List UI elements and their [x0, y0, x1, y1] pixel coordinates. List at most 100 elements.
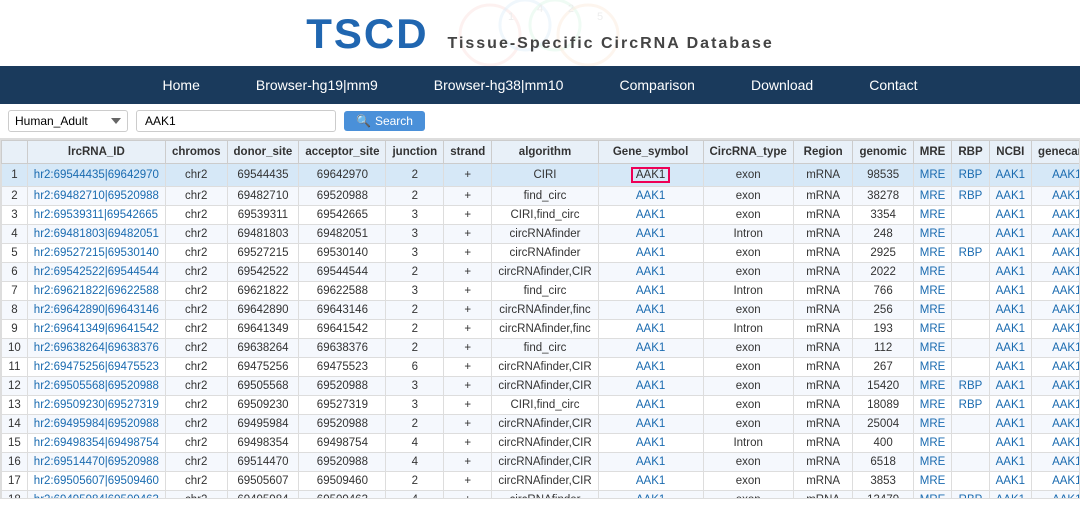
nav-home[interactable]: Home: [135, 66, 228, 104]
lrna-id-cell[interactable]: hr2:69544435|69642970: [27, 164, 165, 187]
gene-cell[interactable]: AAK1: [598, 339, 703, 358]
gene-cell[interactable]: AAK1: [598, 263, 703, 282]
gene-cell[interactable]: AAK1: [598, 377, 703, 396]
mre-cell[interactable]: MRE: [913, 225, 952, 244]
mre-cell[interactable]: MRE: [913, 244, 952, 263]
ncbi-cell[interactable]: AAK1: [989, 164, 1031, 187]
nav-browser-hg19[interactable]: Browser-hg19|mm9: [228, 66, 406, 104]
lrna-id-cell[interactable]: hr2:69481803|69482051: [27, 225, 165, 244]
ncbi-cell[interactable]: AAK1: [989, 339, 1031, 358]
mre-cell[interactable]: MRE: [913, 339, 952, 358]
gene-cell[interactable]: AAK1: [598, 282, 703, 301]
nav-contact[interactable]: Contact: [841, 66, 945, 104]
lrna-id-cell[interactable]: hr2:69482710|69520988: [27, 187, 165, 206]
gc-cell[interactable]: AAK1: [1032, 263, 1080, 282]
gene-cell[interactable]: AAK1: [598, 320, 703, 339]
gc-cell[interactable]: AAK1: [1032, 225, 1080, 244]
ncbi-cell[interactable]: AAK1: [989, 491, 1031, 500]
mre-cell[interactable]: MRE: [913, 377, 952, 396]
gene-cell[interactable]: AAK1: [598, 491, 703, 500]
lrna-id-cell[interactable]: hr2:69621822|69622588: [27, 282, 165, 301]
ncbi-cell[interactable]: AAK1: [989, 434, 1031, 453]
gene-cell[interactable]: AAK1: [598, 187, 703, 206]
gene-cell[interactable]: AAK1: [598, 164, 703, 187]
rbp-cell[interactable]: RBP: [952, 491, 989, 500]
gc-cell[interactable]: AAK1: [1032, 377, 1080, 396]
lrna-id-cell[interactable]: hr2:69641349|69641542: [27, 320, 165, 339]
mre-cell[interactable]: MRE: [913, 415, 952, 434]
ncbi-cell[interactable]: AAK1: [989, 187, 1031, 206]
ncbi-cell[interactable]: AAK1: [989, 263, 1031, 282]
data-table-container[interactable]: lrcRNA_ID chromos donor_site acceptor_si…: [0, 139, 1080, 499]
mre-cell[interactable]: MRE: [913, 320, 952, 339]
lrna-id-cell[interactable]: hr2:69527215|69530140: [27, 244, 165, 263]
gc-cell[interactable]: AAK1: [1032, 187, 1080, 206]
gc-cell[interactable]: AAK1: [1032, 339, 1080, 358]
search-button[interactable]: 🔍 Search: [344, 111, 425, 131]
gc-cell[interactable]: AAK1: [1032, 301, 1080, 320]
lrna-id-cell[interactable]: hr2:69475256|69475523: [27, 358, 165, 377]
gc-cell[interactable]: AAK1: [1032, 320, 1080, 339]
lrna-id-cell[interactable]: hr2:69505568|69520988: [27, 377, 165, 396]
lrna-id-cell[interactable]: hr2:69495984|69520988: [27, 415, 165, 434]
rbp-cell[interactable]: RBP: [952, 396, 989, 415]
ncbi-cell[interactable]: AAK1: [989, 377, 1031, 396]
gc-cell[interactable]: AAK1: [1032, 206, 1080, 225]
gc-cell[interactable]: AAK1: [1032, 244, 1080, 263]
ncbi-cell[interactable]: AAK1: [989, 320, 1031, 339]
mre-cell[interactable]: MRE: [913, 301, 952, 320]
mre-cell[interactable]: MRE: [913, 206, 952, 225]
mre-cell[interactable]: MRE: [913, 263, 952, 282]
lrna-id-cell[interactable]: hr2:69505607|69509460: [27, 472, 165, 491]
ncbi-cell[interactable]: AAK1: [989, 225, 1031, 244]
nav-download[interactable]: Download: [723, 66, 841, 104]
lrna-id-cell[interactable]: hr2:69509230|69527319: [27, 396, 165, 415]
rbp-cell[interactable]: RBP: [952, 377, 989, 396]
gene-cell[interactable]: AAK1: [598, 301, 703, 320]
gc-cell[interactable]: AAK1: [1032, 453, 1080, 472]
nav-comparison[interactable]: Comparison: [591, 66, 722, 104]
gc-cell[interactable]: AAK1: [1032, 434, 1080, 453]
lrna-id-cell[interactable]: hr2:69539311|69542665: [27, 206, 165, 225]
species-select[interactable]: Human_Adult Mouse_Adult Human_Fetal Mous…: [8, 110, 128, 132]
gc-cell[interactable]: AAK1: [1032, 415, 1080, 434]
gene-cell[interactable]: AAK1: [598, 415, 703, 434]
nav-browser-hg38[interactable]: Browser-hg38|mm10: [406, 66, 592, 104]
gc-cell[interactable]: AAK1: [1032, 396, 1080, 415]
lrna-id-cell[interactable]: hr2:69638264|69638376: [27, 339, 165, 358]
mre-cell[interactable]: MRE: [913, 187, 952, 206]
gene-cell[interactable]: AAK1: [598, 453, 703, 472]
search-input[interactable]: [136, 110, 336, 132]
ncbi-cell[interactable]: AAK1: [989, 472, 1031, 491]
ncbi-cell[interactable]: AAK1: [989, 282, 1031, 301]
ncbi-cell[interactable]: AAK1: [989, 415, 1031, 434]
mre-cell[interactable]: MRE: [913, 164, 952, 187]
gc-cell[interactable]: AAK1: [1032, 164, 1080, 187]
lrna-id-cell[interactable]: hr2:69498354|69498754: [27, 434, 165, 453]
mre-cell[interactable]: MRE: [913, 453, 952, 472]
rbp-cell[interactable]: RBP: [952, 187, 989, 206]
ncbi-cell[interactable]: AAK1: [989, 358, 1031, 377]
lrna-id-cell[interactable]: hr2:69514470|69520988: [27, 453, 165, 472]
gc-cell[interactable]: AAK1: [1032, 282, 1080, 301]
ncbi-cell[interactable]: AAK1: [989, 453, 1031, 472]
gc-cell[interactable]: AAK1: [1032, 472, 1080, 491]
lrna-id-cell[interactable]: hr2:69495984|69509463: [27, 491, 165, 500]
gene-cell[interactable]: AAK1: [598, 358, 703, 377]
lrna-id-cell[interactable]: hr2:69542522|69544544: [27, 263, 165, 282]
lrna-id-cell[interactable]: hr2:69642890|69643146: [27, 301, 165, 320]
gene-cell[interactable]: AAK1: [598, 206, 703, 225]
rbp-cell[interactable]: RBP: [952, 164, 989, 187]
gene-cell[interactable]: AAK1: [598, 472, 703, 491]
mre-cell[interactable]: MRE: [913, 282, 952, 301]
gc-cell[interactable]: AAK1: [1032, 358, 1080, 377]
mre-cell[interactable]: MRE: [913, 358, 952, 377]
ncbi-cell[interactable]: AAK1: [989, 244, 1031, 263]
ncbi-cell[interactable]: AAK1: [989, 206, 1031, 225]
rbp-cell[interactable]: RBP: [952, 244, 989, 263]
mre-cell[interactable]: MRE: [913, 396, 952, 415]
mre-cell[interactable]: MRE: [913, 491, 952, 500]
gene-cell[interactable]: AAK1: [598, 434, 703, 453]
ncbi-cell[interactable]: AAK1: [989, 301, 1031, 320]
gc-cell[interactable]: AAK1: [1032, 491, 1080, 500]
